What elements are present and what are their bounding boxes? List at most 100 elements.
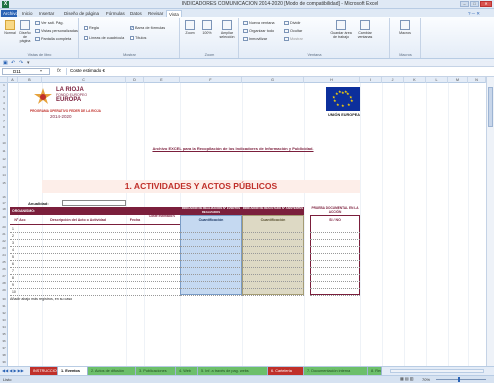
- row-header[interactable]: 13: [0, 165, 8, 169]
- row-header[interactable]: 9: [0, 133, 8, 137]
- sheet-tab-publicaciones[interactable]: 3. Publicaciones: [136, 367, 176, 375]
- arrange-all-button[interactable]: Organizar todo: [243, 29, 274, 33]
- row-header[interactable]: 21: [0, 232, 8, 236]
- normal-view-button[interactable]: Normal: [3, 20, 17, 35]
- gridlines-checkbox[interactable]: Líneas de cuadrícula: [84, 36, 124, 40]
- zoom-selection-button[interactable]: Ampliar selección: [218, 20, 236, 39]
- help-icon[interactable]: ? ─ ✕: [466, 10, 482, 17]
- sheet-tab-instrucciones[interactable]: INSTRUCCIONES: [30, 367, 58, 375]
- row-header[interactable]: 15: [0, 181, 8, 185]
- fullscreen-button[interactable]: Pantalla completa: [35, 37, 71, 41]
- row-header[interactable]: 19: [0, 215, 8, 219]
- minimize-button[interactable]: –: [460, 1, 469, 7]
- redo-icon[interactable]: ↷: [19, 60, 23, 66]
- undo-icon[interactable]: ↶: [11, 60, 15, 66]
- row-header[interactable]: 37: [0, 346, 8, 350]
- tab-insertar[interactable]: Insertar: [37, 10, 56, 17]
- row-header[interactable]: 35: [0, 332, 8, 336]
- namebox-dropdown-icon[interactable]: ▾: [40, 68, 42, 73]
- row-header[interactable]: 24: [0, 253, 8, 257]
- customize-qat-icon[interactable]: ▾: [27, 60, 30, 66]
- row-header[interactable]: 29: [0, 288, 8, 292]
- horizontal-scrollbar[interactable]: [390, 369, 484, 373]
- tab-inicio[interactable]: Inicio: [20, 10, 35, 17]
- worksheet-grid[interactable]: LA RIOJA FONDO EUROPEO EUROPA PROGRAMA O…: [8, 83, 486, 366]
- row-header[interactable]: 18: [0, 207, 8, 211]
- page-layout-button[interactable]: Diseño de página: [18, 20, 32, 43]
- row-header[interactable]: 2: [0, 89, 8, 93]
- custom-views-button[interactable]: Vistas personalizadas: [35, 29, 78, 33]
- close-button[interactable]: ✕: [480, 1, 492, 7]
- ruler-checkbox[interactable]: Regla: [84, 26, 99, 30]
- view-buttons[interactable]: ▦ ▤ ▥: [400, 376, 414, 381]
- row-header[interactable]: 27: [0, 274, 8, 278]
- formula-bar-checkbox[interactable]: Barra de fórmulas: [130, 25, 165, 30]
- row-header[interactable]: 11: [0, 149, 8, 153]
- row-header[interactable]: 30: [0, 297, 8, 301]
- row-header[interactable]: 17: [0, 201, 8, 205]
- zoom-button[interactable]: Zoom: [183, 20, 197, 35]
- row-header[interactable]: 25: [0, 260, 8, 264]
- unhide-button[interactable]: Mostrar: [284, 37, 303, 41]
- hide-button[interactable]: Ocultar: [284, 29, 302, 33]
- row-header[interactable]: 39: [0, 360, 8, 364]
- switch-windows-button[interactable]: Cambiar ventanas: [354, 20, 376, 39]
- row-header[interactable]: 8: [0, 125, 8, 129]
- row-header[interactable]: 32: [0, 311, 8, 315]
- row-header[interactable]: 26: [0, 267, 8, 271]
- row-header[interactable]: 23: [0, 246, 8, 250]
- row-header[interactable]: 12: [0, 157, 8, 161]
- row-header[interactable]: 4: [0, 101, 8, 105]
- page-break-button[interactable]: Ver salt. Pág.: [35, 21, 64, 25]
- split-button[interactable]: Dividir: [284, 21, 301, 25]
- scroll-thumb[interactable]: [488, 87, 493, 127]
- zoom-slider[interactable]: [436, 379, 486, 380]
- row-header[interactable]: 6: [0, 113, 8, 117]
- name-box[interactable]: D11: [2, 68, 50, 75]
- zoom-slider-thumb[interactable]: [458, 377, 460, 382]
- row-header[interactable]: 38: [0, 353, 8, 357]
- maximize-button[interactable]: □: [470, 1, 479, 7]
- save-workspace-button[interactable]: Guardar área de trabajo: [330, 20, 352, 39]
- tab-revisar[interactable]: Revisar: [146, 10, 165, 17]
- row-header[interactable]: 5: [0, 107, 8, 111]
- row-header[interactable]: 28: [0, 281, 8, 285]
- row-header[interactable]: 1: [0, 83, 8, 87]
- freeze-panes-button[interactable]: Inmovilizar: [243, 37, 267, 41]
- row-header[interactable]: 36: [0, 339, 8, 343]
- row-header[interactable]: 31: [0, 304, 8, 308]
- sheet-tab-inf-webs[interactable]: 5. Inf. a través de pag. webs: [198, 367, 268, 375]
- row-header[interactable]: 14: [0, 173, 8, 177]
- vertical-scrollbar[interactable]: [486, 77, 494, 366]
- save-icon[interactable]: ▣: [3, 60, 8, 66]
- tab-vista[interactable]: Vista: [166, 10, 182, 17]
- row-header[interactable]: 34: [0, 325, 8, 329]
- macros-button[interactable]: Macros: [398, 20, 412, 35]
- sheet-tab-redes[interactable]: 8. Redes: [368, 367, 382, 375]
- sheet-tab-carteleria[interactable]: 6. Cartelería: [268, 367, 304, 375]
- fx-icon[interactable]: fx: [57, 68, 61, 74]
- sheet-tab-web[interactable]: 4. Web: [176, 367, 198, 375]
- new-window-button[interactable]: Nueva ventana: [243, 21, 275, 25]
- tab-diseno-pagina[interactable]: Diseño de página: [62, 10, 101, 17]
- sheet-nav-arrows[interactable]: ◀◀ ◀ ▶ ▶▶: [2, 368, 24, 373]
- headings-checkbox[interactable]: Títulos: [130, 36, 146, 40]
- row-header[interactable]: 3: [0, 95, 8, 99]
- row-header[interactable]: 16: [0, 195, 8, 199]
- sheet-tab-actos[interactable]: 2. Actos de difusión: [88, 367, 136, 375]
- formula-input[interactable]: Coste estimado €: [66, 68, 486, 75]
- tab-archivo[interactable]: Archivo: [1, 10, 18, 17]
- zoom-level[interactable]: 70%: [422, 377, 430, 382]
- row-header[interactable]: 22: [0, 239, 8, 243]
- anualidad-input[interactable]: [62, 200, 126, 206]
- row-header[interactable]: 7: [0, 119, 8, 123]
- tab-datos[interactable]: Datos: [128, 10, 144, 17]
- tab-formulas[interactable]: Fórmulas: [104, 10, 127, 17]
- sheet-tab-documentacion[interactable]: 7. Documentación interna: [304, 367, 368, 375]
- sheet-tab-eventos[interactable]: 1. Eventos: [58, 367, 88, 375]
- excel-app-icon[interactable]: X: [2, 1, 9, 8]
- row-header[interactable]: 20: [0, 225, 8, 229]
- row-header[interactable]: 33: [0, 318, 8, 322]
- row-header[interactable]: 10: [0, 141, 8, 145]
- zoom-100-button[interactable]: 100%: [200, 20, 214, 35]
